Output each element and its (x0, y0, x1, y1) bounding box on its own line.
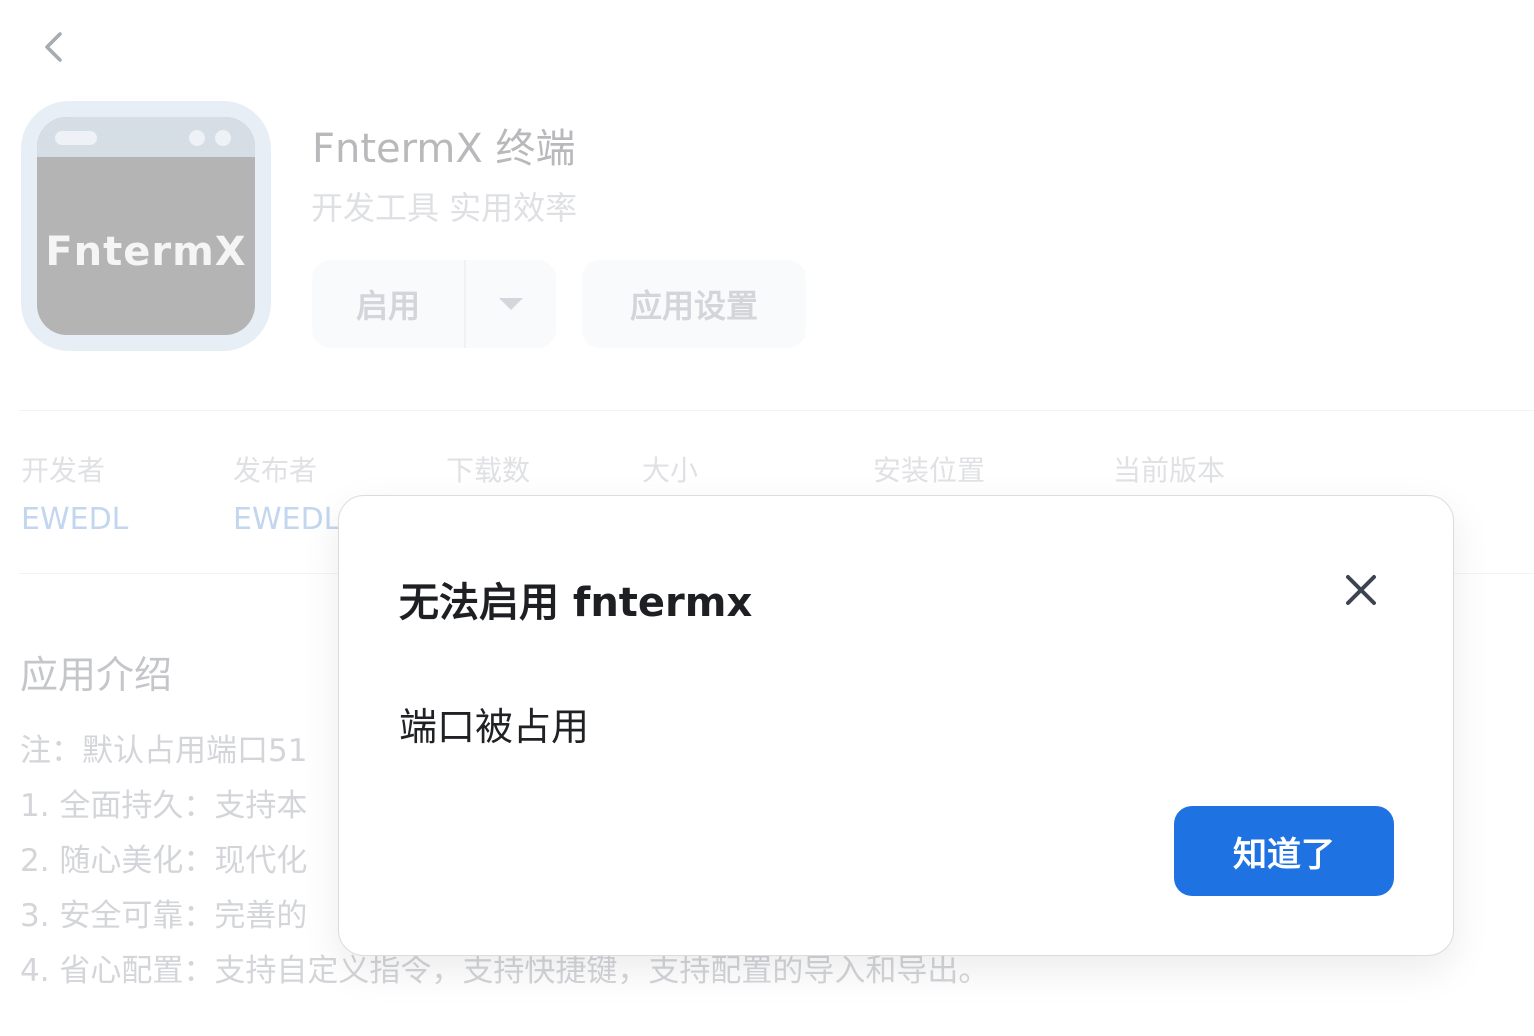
close-icon (1346, 575, 1376, 605)
meta-label-downloads: 下载数 (446, 454, 531, 487)
dialog-close-button[interactable] (1337, 566, 1385, 614)
app-category: 开发工具 实用效率 (311, 189, 578, 227)
enable-dropdown-button[interactable] (466, 260, 556, 348)
app-detail-page: FntermX FntermX 终端 开发工具 实用效率 启用 应用设置 开发者… (0, 0, 1534, 1036)
enable-split-button: 启用 (312, 260, 556, 348)
meta-label-publisher: 发布者 (233, 454, 318, 487)
back-button[interactable] (36, 28, 76, 68)
intro-line: 1. 全面持久：支持本 (20, 788, 308, 824)
caret-down-icon (499, 298, 523, 310)
app-icon-label: FntermX (45, 229, 247, 275)
app-icon-window: FntermX (37, 117, 255, 335)
app-icon-titlebar-dot (189, 130, 205, 146)
divider (19, 410, 1534, 411)
meta-value-publisher[interactable]: EWEDL (233, 502, 340, 537)
app-icon-titlebar (37, 117, 255, 157)
meta-label-version: 当前版本 (1113, 454, 1226, 487)
acknowledge-button[interactable]: 知道了 (1174, 806, 1394, 896)
meta-label-install-location: 安装位置 (873, 454, 986, 487)
dialog-title: 无法启用 fntermx (399, 580, 753, 626)
app-title: FntermX 终端 (312, 126, 576, 172)
app-icon: FntermX (21, 101, 271, 351)
intro-line: 3. 安全可靠：完善的 (20, 898, 308, 934)
intro-line: 2. 随心美化：现代化 (20, 843, 308, 879)
error-dialog: 无法启用 fntermx 端口被占用 知道了 (338, 495, 1454, 956)
app-icon-titlebar-dot (215, 130, 231, 146)
dialog-message: 端口被占用 (399, 705, 590, 749)
chevron-left-icon (45, 32, 62, 62)
app-icon-titlebar-pill (55, 131, 97, 145)
meta-label-size: 大小 (642, 454, 699, 487)
meta-value-developer[interactable]: EWEDL (21, 502, 128, 537)
intro-line: 注：默认占用端口51 (20, 733, 308, 769)
app-settings-button[interactable]: 应用设置 (582, 260, 806, 348)
meta-label-developer: 开发者 (21, 454, 106, 487)
intro-title: 应用介绍 (20, 653, 173, 697)
enable-button[interactable]: 启用 (312, 260, 466, 348)
